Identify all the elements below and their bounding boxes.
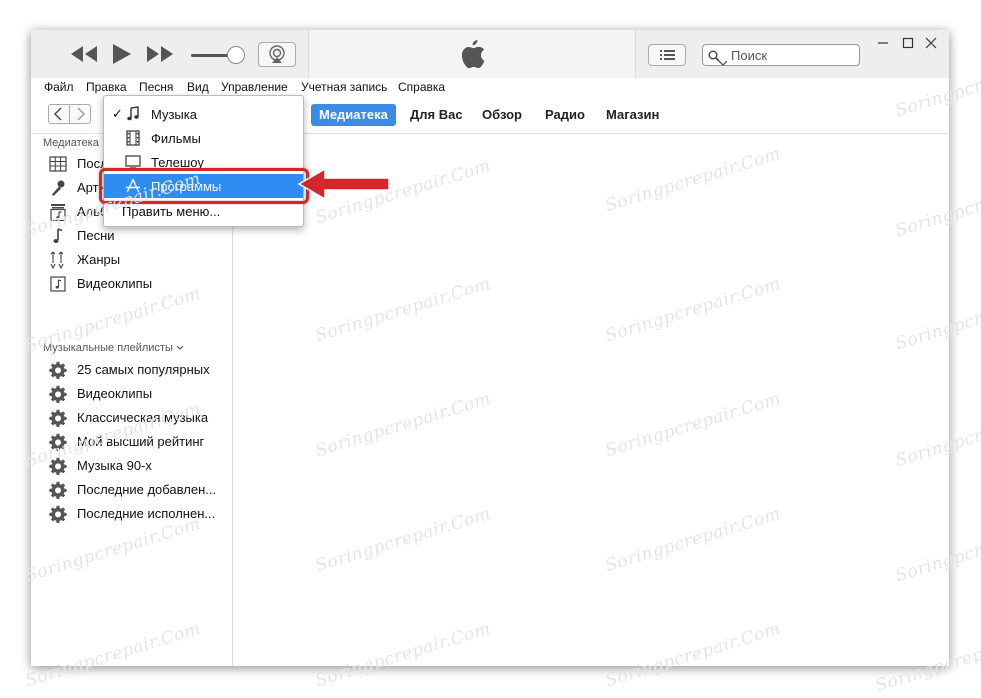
- playlist-label: Классическая музыка: [77, 410, 209, 425]
- smart-playlist-gear-icon: [49, 361, 67, 379]
- menu-edit[interactable]: Правка: [86, 80, 127, 94]
- sidebar-playlist-item[interactable]: Последние добавлен...: [47, 479, 227, 501]
- menu-song[interactable]: Песня: [139, 80, 173, 94]
- previous-track-button[interactable]: [69, 43, 99, 70]
- playlist-label: Музыка 90-х: [77, 458, 152, 473]
- sidebar-item-songs[interactable]: Песни: [47, 225, 227, 247]
- sidebar-item-music-videos[interactable]: Видеоклипы: [47, 273, 227, 295]
- chevron-right-icon: [77, 107, 85, 121]
- chevron-down-icon: [718, 53, 728, 71]
- media-type-dropdown-menu: ✓ Музыка Фильмы Телешоу Программы Правит…: [103, 95, 304, 227]
- sidebar-item-label: Видеоклипы: [77, 276, 153, 291]
- annotation-highlight-ring: [99, 168, 309, 204]
- play-button[interactable]: [109, 42, 133, 71]
- close-button[interactable]: [924, 36, 938, 55]
- playlist-label: Видеоклипы: [77, 386, 153, 401]
- main-content-area: [233, 134, 949, 666]
- tab-radio[interactable]: Радио: [537, 104, 593, 126]
- sidebar-item-genres[interactable]: Жанры: [47, 249, 227, 271]
- minimize-icon: [878, 42, 888, 44]
- now-playing-display: [308, 30, 636, 78]
- title-bar: [31, 30, 949, 78]
- playlists-heading-label: Музыкальные плейлисты: [43, 342, 173, 354]
- film-icon: [126, 130, 140, 146]
- list-icon: [660, 50, 675, 60]
- chevron-down-icon: [176, 345, 184, 350]
- menu-controls[interactable]: Управление: [221, 80, 288, 94]
- playlist-label: Последние исполнен...: [77, 506, 216, 521]
- media-menu-label: Музыка: [151, 107, 197, 122]
- playlist-label: Мой высший рейтинг: [77, 434, 205, 449]
- search-box[interactable]: [702, 44, 860, 66]
- grid-icon: [49, 156, 67, 172]
- fast-forward-icon: [147, 46, 173, 62]
- screenshot-stage: Файл Правка Песня Вид Управление Учетная…: [0, 0, 981, 698]
- sidebar-item-label: Песни: [77, 228, 115, 243]
- forward-button[interactable]: [69, 104, 91, 124]
- menu-bar: Файл Правка Песня Вид Управление Учетная…: [31, 78, 949, 96]
- airplay-icon: [269, 45, 285, 63]
- sidebar-playlist-item[interactable]: Последние исполнен...: [47, 503, 227, 525]
- guitar-icon: [50, 251, 64, 269]
- media-menu-label: Фильмы: [151, 131, 201, 146]
- tab-browse[interactable]: Обзор: [474, 104, 530, 126]
- menu-help[interactable]: Справка: [398, 80, 445, 94]
- rewind-icon: [71, 46, 97, 62]
- media-menu-item-music[interactable]: ✓ Музыка: [104, 102, 303, 126]
- playlist-label: Последние добавлен...: [77, 482, 217, 497]
- maximize-button[interactable]: [901, 36, 915, 55]
- playlist-label: 25 самых популярных: [77, 362, 210, 377]
- sidebar-playlist-item[interactable]: Мой высший рейтинг: [47, 431, 227, 453]
- back-button[interactable]: [48, 104, 70, 124]
- media-menu-item-movies[interactable]: Фильмы: [104, 126, 303, 150]
- video-clip-icon: [50, 276, 66, 292]
- annotation-arrow-icon: [297, 167, 390, 201]
- microphone-icon: [52, 180, 65, 196]
- smart-playlist-gear-icon: [49, 409, 67, 427]
- tab-library[interactable]: Медиатека: [311, 104, 396, 126]
- minimize-button[interactable]: [876, 36, 890, 55]
- music-note-icon: [53, 228, 63, 243]
- music-note-icon: [127, 106, 139, 121]
- sidebar-heading-playlists[interactable]: Музыкальные плейлисты: [43, 342, 184, 354]
- menu-account[interactable]: Учетная запись: [301, 80, 387, 94]
- up-next-list-button[interactable]: [648, 44, 686, 66]
- menu-file[interactable]: Файл: [44, 80, 74, 94]
- sidebar-heading-library: Медиатека: [43, 137, 99, 149]
- next-track-button[interactable]: [145, 43, 175, 70]
- menu-view[interactable]: Вид: [187, 80, 209, 94]
- sidebar-playlist-item[interactable]: Видеоклипы: [47, 383, 227, 405]
- play-icon: [113, 44, 131, 64]
- smart-playlist-gear-icon: [49, 481, 67, 499]
- smart-playlist-gear-icon: [49, 457, 67, 475]
- airplay-button[interactable]: [258, 42, 296, 67]
- edit-menu-button[interactable]: Править меню...: [122, 204, 220, 219]
- tab-store[interactable]: Магазин: [598, 104, 667, 126]
- smart-playlist-gear-icon: [49, 505, 67, 523]
- chevron-left-icon: [54, 107, 62, 121]
- sidebar-playlist-item[interactable]: 25 самых популярных: [47, 359, 227, 381]
- apple-logo-icon: [458, 38, 486, 75]
- sidebar-item-label: Жанры: [77, 252, 121, 267]
- album-icon: [50, 204, 66, 221]
- sidebar-playlist-item[interactable]: Музыка 90-х: [47, 455, 227, 477]
- maximize-icon: [902, 37, 914, 49]
- sidebar-playlist-item[interactable]: Классическая музыка: [47, 407, 227, 429]
- smart-playlist-gear-icon: [49, 433, 67, 451]
- volume-knob[interactable]: [227, 46, 245, 64]
- checkmark-icon: ✓: [112, 106, 123, 121]
- close-icon: [925, 37, 937, 49]
- smart-playlist-gear-icon: [49, 385, 67, 403]
- tab-for-you[interactable]: Для Вас: [402, 104, 471, 126]
- search-input[interactable]: [731, 46, 857, 64]
